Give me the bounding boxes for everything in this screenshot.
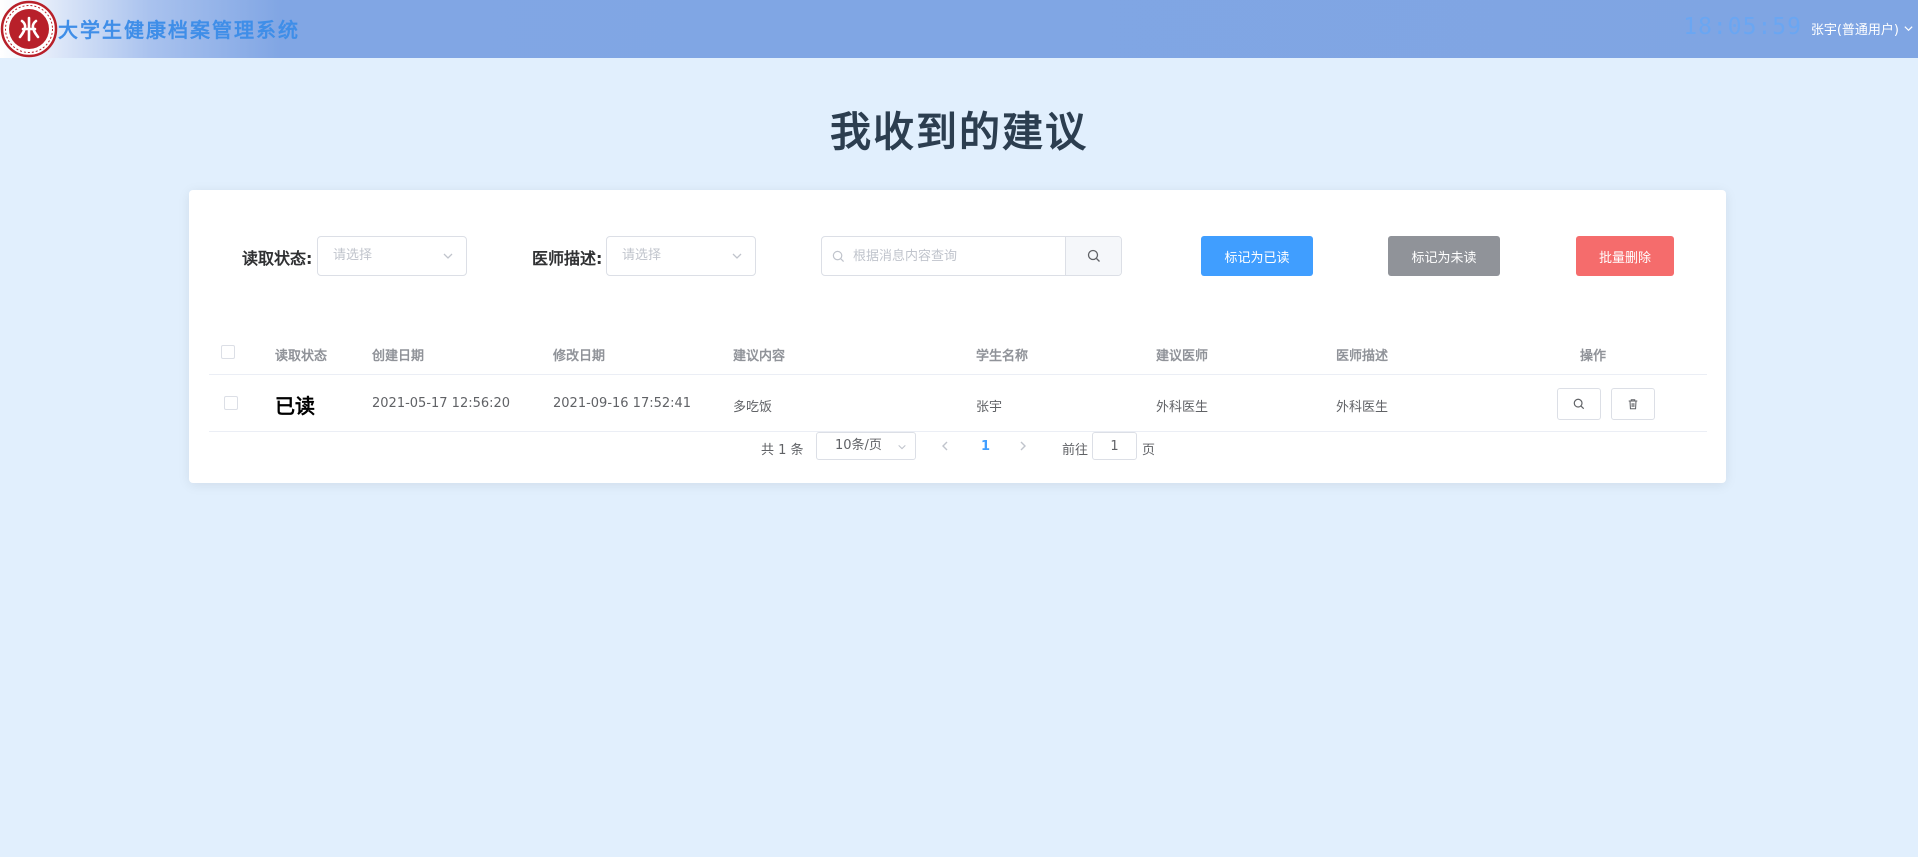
student-cell: 张宇 bbox=[976, 400, 1003, 415]
goto-label: 前往 bbox=[1062, 443, 1089, 458]
column-header-modified: 修改日期 bbox=[553, 349, 606, 364]
top-header: 大学生健康档案管理系统 18:05:59 张宇(普通用户) bbox=[0, 0, 1918, 58]
read-status-cell: 已读 bbox=[275, 394, 315, 418]
header-clock: 18:05:59 bbox=[1683, 14, 1802, 40]
table-row[interactable]: 已读 2021-05-17 12:56:20 2021-09-16 17:52:… bbox=[209, 375, 1707, 432]
created-date-cell: 2021-05-17 12:56:20 bbox=[372, 396, 511, 411]
chevron-left-icon[interactable] bbox=[939, 440, 951, 452]
search-icon bbox=[1087, 249, 1100, 262]
university-logo-icon bbox=[0, 0, 58, 58]
doctor-desc-filter-label: 医师描述: bbox=[532, 249, 603, 268]
read-status-placeholder: 请选择 bbox=[333, 248, 373, 263]
suggestions-card: 读取状态: 请选择 医师描述: 请选择 标记为已读 标记为未读 批量删除 bbox=[189, 190, 1726, 483]
page-size-select[interactable]: 10条/页 bbox=[816, 432, 916, 460]
column-header-doctor-desc: 医师描述 bbox=[1336, 349, 1389, 364]
page-size-value: 10条/页 bbox=[835, 438, 882, 453]
mark-read-button[interactable]: 标记为已读 bbox=[1201, 236, 1313, 276]
doctor-desc-select[interactable]: 请选择 bbox=[606, 236, 756, 276]
pagination-total: 共 1 条 bbox=[761, 443, 804, 458]
search-button[interactable] bbox=[1065, 237, 1121, 275]
chevron-right-icon[interactable] bbox=[1017, 440, 1029, 452]
read-status-select[interactable]: 请选择 bbox=[317, 236, 467, 276]
batch-delete-button[interactable]: 批量删除 bbox=[1576, 236, 1674, 276]
doctor-cell: 外科医生 bbox=[1156, 400, 1209, 415]
user-menu[interactable]: 张宇(普通用户) bbox=[1811, 19, 1914, 38]
search-input[interactable] bbox=[822, 237, 1065, 275]
column-header-read-status: 读取状态 bbox=[275, 349, 328, 364]
app-title: 大学生健康档案管理系统 bbox=[58, 18, 300, 42]
user-name-label: 张宇(普通用户) bbox=[1810, 23, 1899, 38]
page-suffix-label: 页 bbox=[1142, 443, 1156, 458]
column-header-content: 建议内容 bbox=[733, 349, 786, 364]
search-icon bbox=[1573, 398, 1585, 410]
chevron-down-icon bbox=[443, 253, 453, 259]
chevron-down-icon bbox=[898, 444, 906, 450]
modified-date-cell: 2021-09-16 17:52:41 bbox=[553, 396, 692, 411]
page-number-current[interactable]: 1 bbox=[981, 439, 990, 454]
suggestions-table: 读取状态 创建日期 修改日期 建议内容 学生名称 建议医师 医师描述 操作 已读… bbox=[209, 330, 1707, 432]
column-header-ops: 操作 bbox=[1580, 349, 1607, 364]
pagination: 共 1 条 10条/页 1 前往 页 bbox=[189, 432, 1726, 462]
goto-page-input[interactable] bbox=[1092, 432, 1137, 460]
message-search bbox=[821, 236, 1122, 276]
delete-button[interactable] bbox=[1611, 388, 1655, 420]
row-checkbox[interactable] bbox=[224, 396, 238, 410]
column-header-created: 创建日期 bbox=[372, 349, 425, 364]
page-title: 我收到的建议 bbox=[830, 108, 1088, 156]
view-button[interactable] bbox=[1557, 388, 1601, 420]
content-cell: 多吃饭 bbox=[733, 400, 773, 415]
trash-icon bbox=[1628, 399, 1638, 410]
column-header-doctor: 建议医师 bbox=[1156, 349, 1209, 364]
chevron-down-icon bbox=[1904, 26, 1913, 32]
column-header-student: 学生名称 bbox=[976, 349, 1029, 364]
table-header: 读取状态 创建日期 修改日期 建议内容 学生名称 建议医师 医师描述 操作 bbox=[209, 330, 1707, 375]
doctor-desc-cell: 外科医生 bbox=[1336, 400, 1389, 415]
search-icon bbox=[832, 250, 845, 263]
select-all-checkbox[interactable] bbox=[221, 345, 235, 359]
mark-unread-button[interactable]: 标记为未读 bbox=[1388, 236, 1500, 276]
read-status-filter-label: 读取状态: bbox=[242, 249, 313, 268]
chevron-down-icon bbox=[732, 253, 742, 259]
doctor-desc-placeholder: 请选择 bbox=[622, 248, 662, 263]
